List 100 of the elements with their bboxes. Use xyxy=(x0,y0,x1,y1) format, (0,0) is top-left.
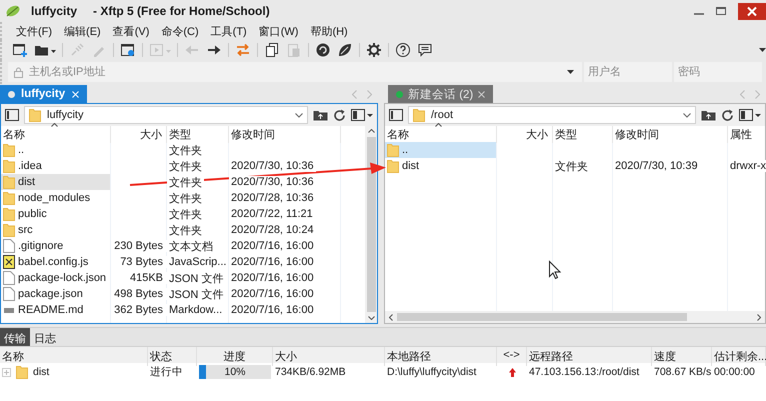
file-item[interactable]: src xyxy=(1,222,111,238)
column-header[interactable]: 修改时间 xyxy=(229,126,341,143)
file-name: .. xyxy=(402,144,408,156)
session-tab[interactable]: luffycity xyxy=(0,85,87,103)
path-field[interactable]: luffycity xyxy=(24,106,308,124)
file-name: node_modules xyxy=(18,192,90,204)
transfer-speed: 708.67 KB/s xyxy=(653,366,712,378)
file-name: .idea xyxy=(18,160,42,172)
refresh-icon[interactable] xyxy=(333,108,346,122)
transfer-status: 进行中 xyxy=(149,365,184,379)
new-window-icon[interactable] xyxy=(12,42,28,58)
column-header[interactable]: 名称 xyxy=(1,126,111,143)
lock-icon xyxy=(14,66,23,78)
refresh-icon[interactable] xyxy=(721,108,734,122)
session-tab[interactable]: 新建会话 (2) xyxy=(388,85,494,103)
scroll-right-icon[interactable] xyxy=(757,314,761,320)
menu-item[interactable]: 工具(T) xyxy=(204,24,253,38)
folder-icon xyxy=(3,175,15,189)
transfer-size: 734KB/6.92MB xyxy=(274,366,347,378)
file-type: JSON 文件 xyxy=(167,270,226,286)
session-name: luffycity xyxy=(31,4,78,18)
username-field[interactable]: 用户名 xyxy=(584,62,672,82)
column-header[interactable]: 状态 xyxy=(148,347,197,366)
dropdown-caret-icon[interactable] xyxy=(759,48,766,52)
chat-icon[interactable] xyxy=(417,42,433,58)
file-name: dist xyxy=(402,160,420,172)
password-field[interactable]: 密码 xyxy=(674,62,762,82)
gear-icon[interactable] xyxy=(366,42,382,58)
modified-time: 2020/7/28, 10:36 xyxy=(229,192,316,204)
time-remaining: 00:00:00 xyxy=(713,366,756,378)
menu-item[interactable]: 窗口(W) xyxy=(252,24,304,38)
mouse-pointer-icon xyxy=(549,260,562,280)
upload-arrow-icon xyxy=(508,368,516,376)
layout-icon[interactable] xyxy=(739,109,761,121)
file-item[interactable]: node_modules xyxy=(1,190,111,206)
file-item[interactable]: .idea xyxy=(1,158,111,174)
file-type: JSON 文件 xyxy=(167,286,226,302)
file-item[interactable]: .gitignore xyxy=(1,238,111,254)
menu-item[interactable]: 编辑(E) xyxy=(58,24,107,38)
scroll-left-icon[interactable] xyxy=(389,314,393,320)
scroll-up-icon[interactable] xyxy=(368,129,374,133)
modified-time: 2020/7/22, 11:21 xyxy=(229,208,315,220)
menu-item[interactable]: 帮助(H) xyxy=(304,24,354,38)
column-header[interactable]: 类型 xyxy=(553,126,613,143)
file-type: 文件夹 xyxy=(167,158,204,174)
menu-item[interactable]: 命令(C) xyxy=(155,24,205,38)
file-item[interactable]: .. xyxy=(385,142,497,158)
file-icon xyxy=(3,271,15,285)
window-title: - Xftp 5 (Free for Home/School) xyxy=(93,4,270,18)
column-header[interactable]: 大小 xyxy=(497,126,553,143)
menu-item[interactable]: 文件(F) xyxy=(10,24,58,38)
file-type: 文件夹 xyxy=(553,158,590,174)
swap-arrows-icon[interactable] xyxy=(235,42,251,58)
file-item[interactable]: public xyxy=(1,206,111,222)
chevron-down-icon[interactable] xyxy=(683,112,691,118)
panel-toggle-icon[interactable] xyxy=(5,109,19,121)
leaf-icon[interactable] xyxy=(337,42,353,58)
folder-icon xyxy=(3,223,15,237)
shell-icon[interactable] xyxy=(315,42,331,58)
column-header[interactable]: 远程路径 xyxy=(527,347,652,366)
chevron-down-icon[interactable] xyxy=(295,112,303,118)
panel-toggle-icon[interactable] xyxy=(389,109,403,121)
column-header[interactable]: <-> xyxy=(497,347,527,366)
column-header[interactable]: 属性 xyxy=(728,126,766,143)
layout-icon[interactable] xyxy=(351,109,373,121)
js-file-icon xyxy=(3,255,15,269)
file-item[interactable]: .. xyxy=(1,142,111,158)
close-icon[interactable] xyxy=(738,2,766,20)
file-item[interactable]: package-lock.json xyxy=(1,270,111,286)
column-header[interactable]: 大小 xyxy=(273,347,385,366)
column-header[interactable]: 估计剩余... xyxy=(712,347,766,366)
scrollbar-thumb[interactable] xyxy=(397,313,687,321)
close-icon[interactable] xyxy=(478,90,486,98)
file-name: src xyxy=(18,224,33,236)
column-header[interactable]: 大小 xyxy=(111,126,167,143)
up-folder-icon[interactable] xyxy=(701,109,716,121)
path-field[interactable]: /root xyxy=(408,106,696,124)
up-folder-icon[interactable] xyxy=(313,109,328,121)
column-header[interactable]: 本地路径 xyxy=(385,347,497,366)
maximize-icon[interactable] xyxy=(716,6,726,16)
scroll-down-icon[interactable] xyxy=(368,316,374,320)
column-header[interactable]: 速度 xyxy=(652,347,712,366)
file-item[interactable]: babel.config.js xyxy=(1,254,111,270)
window-gear-icon[interactable] xyxy=(120,42,136,58)
scrollbar-thumb[interactable] xyxy=(366,137,376,312)
folder-icon xyxy=(3,207,15,221)
menu-item[interactable]: 查看(V) xyxy=(106,24,156,38)
file-item[interactable]: package.json xyxy=(1,286,111,302)
copy-icon[interactable] xyxy=(264,42,280,58)
file-name: .gitignore xyxy=(18,240,64,252)
modified-time: 2020/7/16, 16:00 xyxy=(229,256,316,268)
file-item[interactable]: dist xyxy=(1,174,111,190)
file-name: babel.config.js xyxy=(18,256,88,268)
dropdown-caret-icon[interactable] xyxy=(567,70,574,74)
column-header[interactable]: 修改时间 xyxy=(613,126,728,143)
file-item[interactable]: dist xyxy=(385,158,497,174)
bottom-tab[interactable]: 传输 xyxy=(0,328,30,346)
file-item[interactable]: README.md xyxy=(1,302,111,318)
help-icon[interactable] xyxy=(395,42,411,58)
bottom-tab[interactable]: 日志 xyxy=(30,328,60,346)
